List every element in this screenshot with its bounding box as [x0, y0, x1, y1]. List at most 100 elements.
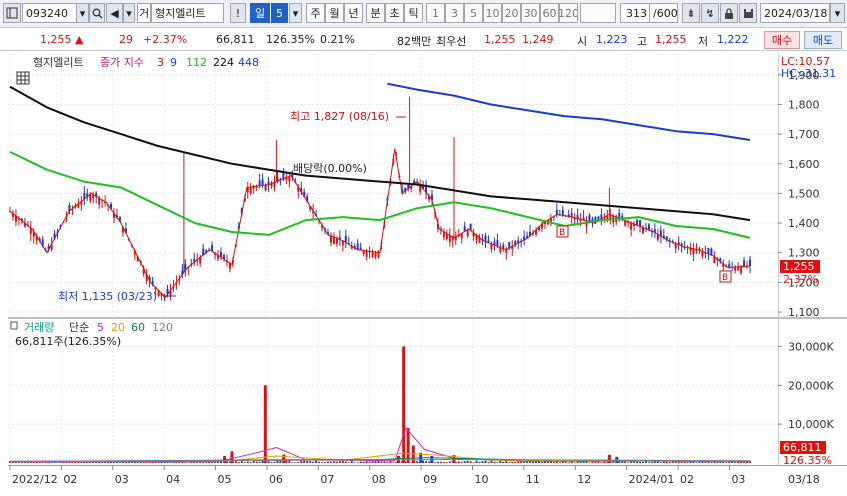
- custom-interval-input[interactable]: [580, 3, 616, 23]
- candle-body: [282, 172, 285, 179]
- volume-bar: [368, 461, 371, 463]
- svg-text:B: B: [559, 228, 565, 238]
- interval-30[interactable]: 30: [521, 3, 540, 23]
- volume-bar: [692, 461, 695, 463]
- toolbar: 093240 ▾ ◀ ▾ 거 형지엘리트 ! 일 5 ▾ 주 월 년 분 초 틱…: [0, 0, 847, 28]
- volume-bar: [261, 460, 264, 463]
- candle-body: [740, 266, 743, 273]
- interval-3[interactable]: 3: [445, 3, 464, 23]
- volume-bar: [514, 461, 517, 463]
- stock-name[interactable]: 형지엘리트: [151, 3, 224, 23]
- volume-axis[interactable]: 30,000K 20,000K 10,000K 66,811 126.35%: [777, 319, 847, 467]
- layout-icon[interactable]: [3, 3, 21, 23]
- alert-icon[interactable]: !: [230, 3, 246, 23]
- volume-bar: [428, 461, 431, 463]
- volume-bar: [686, 461, 689, 463]
- speaker-icon[interactable]: ◀: [106, 3, 123, 23]
- candle-body: [734, 267, 737, 271]
- tab-daily[interactable]: 일: [250, 3, 270, 23]
- price-chart-panel[interactable]: 형지엘리트 종가 지수 3 9 112 224 448 최고 1,827 (08…: [8, 54, 778, 317]
- price-tick-label: 1,900: [788, 69, 820, 82]
- volume-bar: [659, 462, 662, 463]
- volume-bar: [704, 461, 707, 463]
- interval-20[interactable]: 20: [502, 3, 521, 23]
- volume-bar: [573, 462, 576, 463]
- date-input[interactable]: 2024/03/18: [760, 3, 830, 23]
- save-icon[interactable]: [739, 3, 757, 23]
- candle-body: [710, 248, 713, 256]
- volume-bar: [56, 462, 59, 463]
- volume-bar: [306, 460, 309, 463]
- interval-10[interactable]: 10: [483, 3, 502, 23]
- x-axis-label: 03: [115, 473, 129, 486]
- volume-bar: [436, 461, 439, 463]
- high-price: 1,255: [655, 33, 687, 46]
- candle-body: [335, 238, 338, 244]
- search-icon[interactable]: [89, 3, 105, 23]
- collapse-icon[interactable]: [10, 321, 18, 330]
- volume-bar: [716, 461, 719, 463]
- tab-second[interactable]: 초: [385, 3, 404, 23]
- pin-icon[interactable]: ⇟: [682, 3, 700, 23]
- volume-bar: [383, 461, 386, 463]
- interval-5[interactable]: 5: [464, 3, 483, 23]
- interval-120[interactable]: 120: [559, 3, 578, 23]
- interval-60[interactable]: 60: [540, 3, 559, 23]
- tab-minute[interactable]: 분: [366, 3, 385, 23]
- candle-body: [365, 250, 368, 257]
- volume-bar: [318, 461, 321, 463]
- x-axis[interactable]: 2022/12 02 03 04 05 06 07 08 09 10 11 12 2024/01 02 03…: [8, 465, 847, 492]
- candle-body: [588, 215, 591, 222]
- price-axis[interactable]: LC:10.57 HC:-31.31 1,900 1,800 1,700 1,600 1…: [777, 54, 847, 319]
- candle-body: [561, 209, 564, 216]
- period-value[interactable]: 5: [271, 3, 288, 23]
- price-chart-stock-name: 형지엘리트: [33, 56, 84, 69]
- volume-bar: [118, 462, 121, 463]
- tab-tick[interactable]: 틱: [404, 3, 423, 23]
- volume-bar: [276, 460, 279, 463]
- volume-bar: [416, 461, 419, 463]
- best-ask: 1,255: [484, 33, 516, 46]
- volume-tag-pct: 126.35%: [783, 454, 832, 465]
- grid-icon[interactable]: [16, 71, 30, 85]
- volume-bar: [341, 460, 344, 463]
- volume-tick-label: 20,000K: [788, 379, 834, 392]
- volume-bar: [41, 462, 44, 463]
- volume-bar: [240, 461, 243, 463]
- volume-bar: [478, 461, 481, 463]
- buy-button[interactable]: 매수: [764, 31, 800, 49]
- tab-monthly[interactable]: 월: [325, 3, 344, 23]
- vol-ma-20-label: 20: [111, 321, 125, 334]
- trade-amount: 82백만: [397, 35, 432, 48]
- volume-bar: [279, 460, 282, 463]
- volume-bar: [356, 462, 359, 463]
- open-label: 시: [577, 35, 588, 48]
- chevron-down-icon[interactable]: ▾: [76, 3, 89, 23]
- volume-bar: [263, 385, 267, 463]
- lock-icon[interactable]: [720, 3, 738, 23]
- volume-bar: [422, 460, 425, 463]
- x-axis-label: 12: [577, 473, 591, 486]
- stock-code-input[interactable]: 093240: [22, 3, 77, 23]
- page-count[interactable]: 313: [620, 3, 650, 23]
- chevron-down-icon[interactable]: ▾: [123, 3, 135, 23]
- up-arrow-icon: ▲: [75, 33, 84, 46]
- sell-button[interactable]: 매도: [804, 31, 842, 49]
- volume-bar: [184, 462, 187, 463]
- volume-chart-panel[interactable]: 거래량 단순 5 20 60 120 66,811주(126.35%): [8, 319, 778, 465]
- volume-ma-5-line: [10, 427, 750, 463]
- volume-bar: [442, 462, 445, 463]
- trend-icon[interactable]: ↯: [701, 3, 719, 23]
- volume-bar: [499, 460, 502, 463]
- tab-weekly[interactable]: 주: [306, 3, 325, 23]
- x-axis-label: 02: [680, 473, 694, 486]
- candle-body: [258, 180, 261, 186]
- buy-signal-icon: B: [556, 225, 569, 238]
- chevron-down-icon[interactable]: ▾: [289, 3, 302, 23]
- volume-bar: [332, 461, 335, 463]
- tab-yearly[interactable]: 년: [344, 3, 363, 23]
- calendar-icon[interactable]: ▾: [830, 3, 845, 23]
- interval-1[interactable]: 1: [426, 3, 445, 23]
- current-price: 1,255: [40, 33, 72, 46]
- volume-bar: [695, 462, 698, 463]
